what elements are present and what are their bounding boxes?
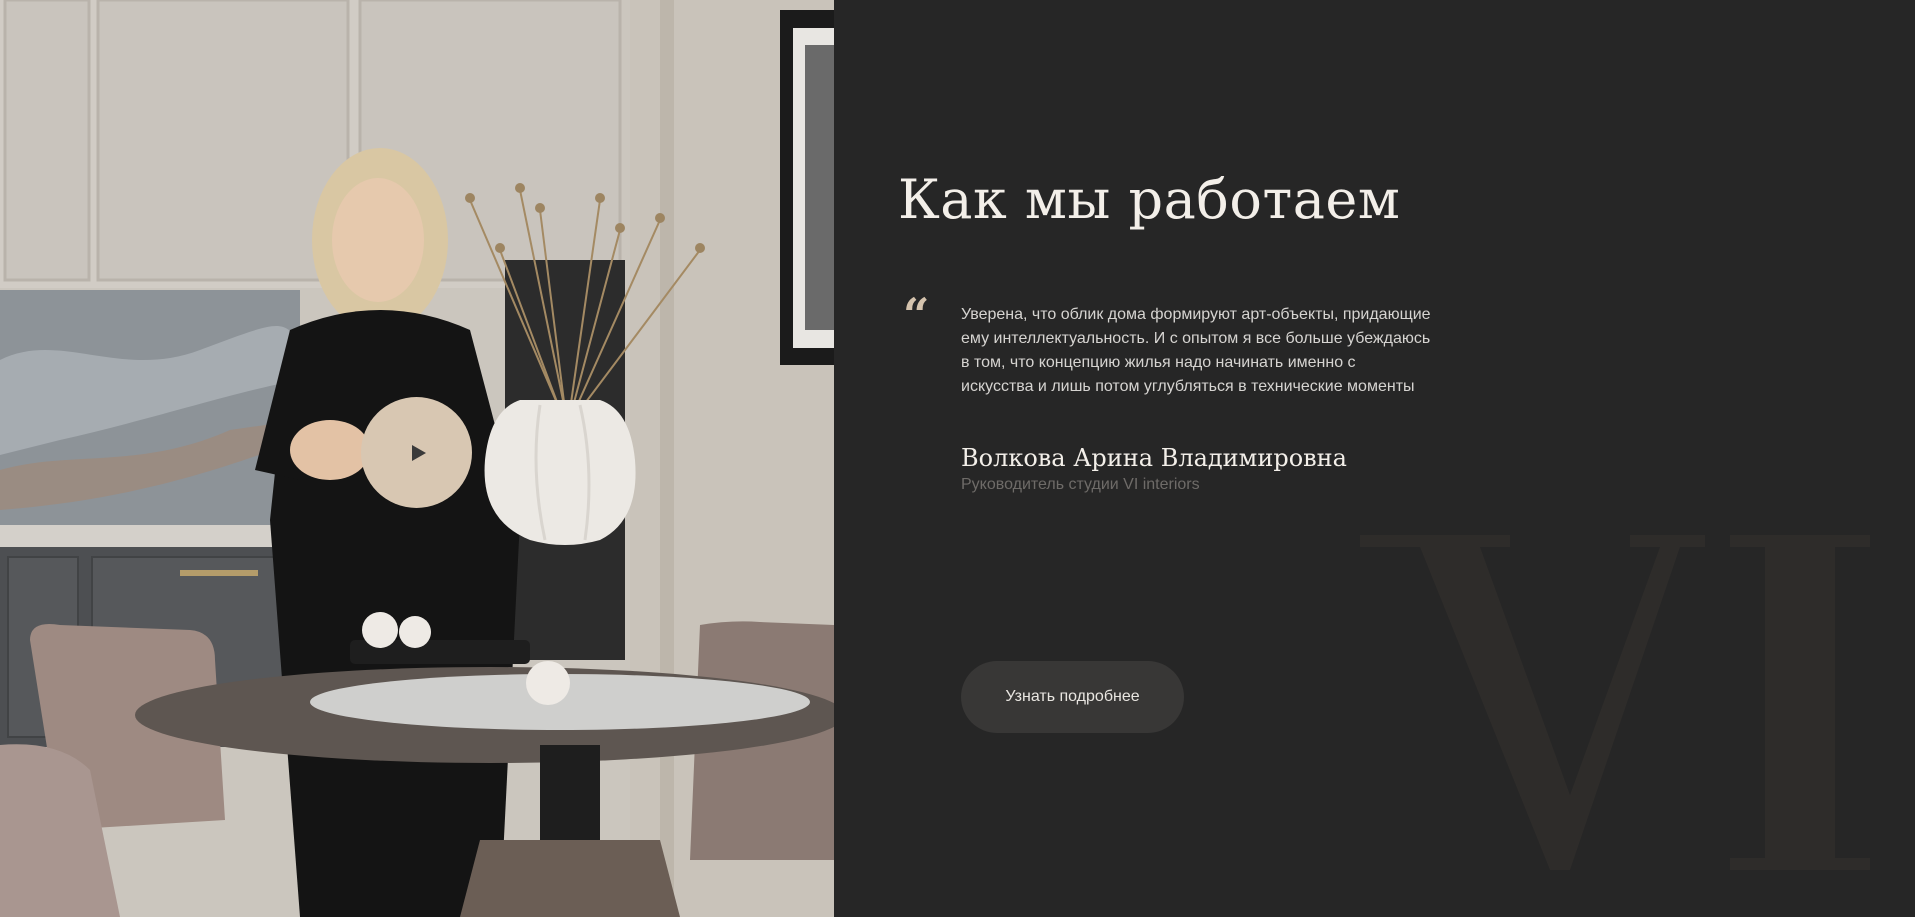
quote-mark-icon: “ — [903, 288, 930, 342]
play-icon — [411, 444, 426, 461]
author-name: Волкова Арина Владимировна — [961, 444, 1347, 472]
section-title: Как мы работаем — [898, 168, 1401, 231]
play-video-button[interactable] — [361, 397, 472, 508]
vi-watermark-logo — [1360, 535, 1870, 870]
author-role: Руководитель студии VI interiors — [961, 476, 1200, 493]
video-preview-image[interactable] — [0, 0, 834, 917]
testimonial-quote: Уверена, что облик дома формируют арт-об… — [961, 306, 1431, 395]
learn-more-button[interactable]: Узнать подробнее — [961, 661, 1184, 733]
